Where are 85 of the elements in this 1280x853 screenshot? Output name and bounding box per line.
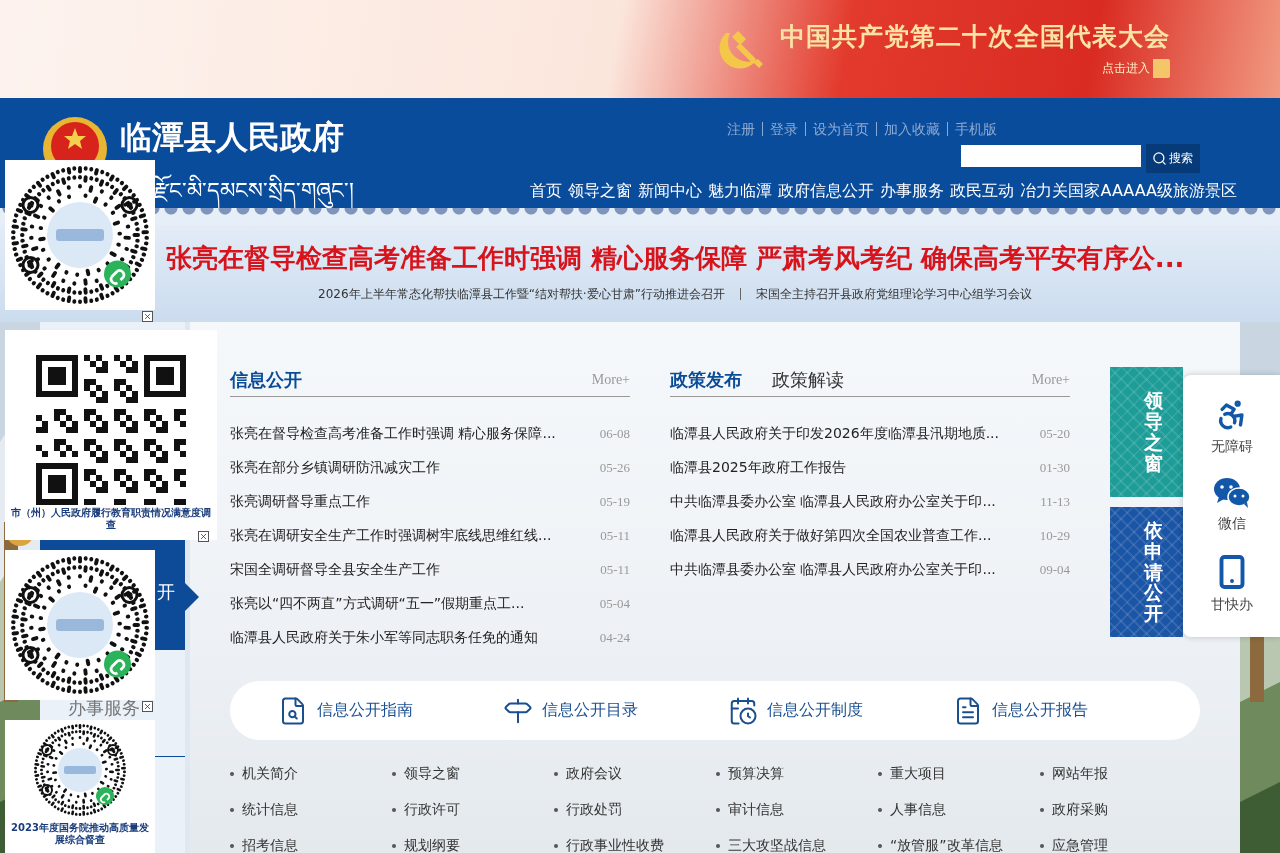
news-link[interactable]: 宋国全主持召开县政府党组理论学习中心组学习会议 <box>739 288 1047 300</box>
search-field[interactable] <box>961 145 1141 167</box>
category-link[interactable]: 行政许可 <box>392 792 554 828</box>
sidebar-tab[interactable]: 办事服务 <box>67 696 140 720</box>
nav-link[interactable]: 办事服务 <box>880 181 945 202</box>
article-date: 01-30 <box>1039 460 1070 476</box>
top-link[interactable]: 设为首页 <box>805 122 876 136</box>
category-link[interactable]: 规划纲要 <box>392 828 554 853</box>
article-link[interactable]: 临潭县2025年政府工作报告 <box>670 459 846 477</box>
category-link[interactable]: 政府会议 <box>554 756 716 792</box>
article-date: 05-20 <box>1039 426 1070 442</box>
category-link[interactable]: 网站年报 <box>1040 756 1202 792</box>
article-link[interactable]: 临潭县人民政府关于朱小军等同志职务任免的通知 <box>230 629 538 647</box>
article-link[interactable]: 张亮调研督导重点工作 <box>230 493 370 511</box>
article-date: 05-19 <box>599 494 630 510</box>
quick-link[interactable]: 信息公开目录 <box>503 695 728 726</box>
site-title: 临潭县人民政府 <box>120 117 345 158</box>
category-link[interactable]: 行政处罚 <box>554 792 716 828</box>
nav-link[interactable]: 新闻中心 <box>638 181 703 202</box>
article-link[interactable]: 临潭县人民政府关于印发2026年度临潭县汛期地质... <box>670 425 999 443</box>
article-date: 06-08 <box>599 426 630 442</box>
toolbar-item[interactable]: 微信 <box>1212 477 1251 533</box>
close-icon[interactable] <box>198 531 209 542</box>
article-date: 05-04 <box>599 596 630 612</box>
nav-link[interactable]: 政府信息公开 <box>778 181 875 202</box>
article-link[interactable]: 宋国全调研督导全县安全生产工作 <box>230 561 440 579</box>
article-link[interactable]: 张亮以“四不两直”方式调研“五一”假期重点工... <box>230 595 525 613</box>
nav-link[interactable]: 政民互动 <box>950 181 1015 202</box>
article-date: 10-29 <box>1039 528 1070 544</box>
feature-banner[interactable]: 依申请公开 <box>1110 507 1183 637</box>
nav-link[interactable]: 冶力关国家AAAAA级旅游景区 <box>1020 181 1237 202</box>
article-date: 05-11 <box>600 562 630 578</box>
enter-button[interactable]: 点击进入 <box>1102 59 1170 78</box>
article-date: 09-04 <box>1039 562 1070 578</box>
article-link[interactable]: 张亮在督导检查高考准备工作时强调 精心服务保障... <box>230 425 556 443</box>
category-link[interactable]: 招考信息 <box>230 828 392 853</box>
calendar-clock-icon <box>728 695 758 726</box>
sidebar-tab[interactable]: 开 <box>157 580 175 604</box>
article-link[interactable]: 临潭县人民政府关于做好第四次全国农业普查工作... <box>670 527 992 545</box>
close-icon[interactable] <box>142 701 153 712</box>
category-link[interactable]: 机关简介 <box>230 756 392 792</box>
toolbar-item[interactable]: 无障碍 <box>1210 397 1253 456</box>
article-date: 11-13 <box>1040 494 1070 510</box>
category-link[interactable]: 统计信息 <box>230 792 392 828</box>
section-tab[interactable]: 政策发布 <box>670 367 742 392</box>
category-link[interactable]: 政府采购 <box>1040 792 1202 828</box>
category-link[interactable]: 应急管理 <box>1040 828 1202 853</box>
category-link[interactable]: 重大项目 <box>878 756 1040 792</box>
article-date: 05-11 <box>600 528 630 544</box>
headline-link[interactable]: 张亮在督导检查高考准备工作时强调 精心服务保障 严肃考风考纪 确保高考平安有序公... <box>165 241 1185 276</box>
quick-link[interactable]: 信息公开指南 <box>278 695 503 726</box>
category-link[interactable]: 行政事业性收费 <box>554 828 716 853</box>
category-link[interactable]: 审计信息 <box>716 792 878 828</box>
top-link[interactable]: 登录 <box>762 122 805 136</box>
top-link[interactable]: 加入收藏 <box>876 122 947 136</box>
search-button[interactable]: 搜索 <box>1146 144 1200 173</box>
category-link[interactable]: “放管服”改革信息 <box>878 828 1040 853</box>
chat-bubbles-icon <box>1212 477 1251 509</box>
category-link[interactable]: 领导之窗 <box>392 756 554 792</box>
qr-caption: 市（州）人民政府履行教育职责情况满意度调查 <box>10 507 212 531</box>
nav-link[interactable]: 首页 <box>530 181 563 202</box>
search-icon <box>1152 151 1167 166</box>
quick-link[interactable]: 信息公开报告 <box>953 695 1178 726</box>
nav-link[interactable]: 魅力临潭 <box>708 181 773 202</box>
section-tab[interactable]: 政策解读 <box>772 367 844 392</box>
quick-link[interactable]: 信息公开制度 <box>728 695 953 726</box>
section-tab[interactable]: 信息公开 <box>230 367 302 392</box>
toolbar-item[interactable]: 甘快办 <box>1210 554 1253 615</box>
article-date: 05-26 <box>599 460 630 476</box>
article-link[interactable]: 中共临潭县委办公室 临潭县人民政府办公室关于印... <box>670 561 996 579</box>
article-link[interactable]: 张亮在调研安全生产工作时强调树牢底线思维红线... <box>230 527 552 545</box>
article-link[interactable]: 张亮在部分乡镇调研防汛减灾工作 <box>230 459 440 477</box>
category-link[interactable]: 人事信息 <box>878 792 1040 828</box>
top-link[interactable]: 手机版 <box>947 122 1004 136</box>
category-link[interactable]: 三大攻坚战信息 <box>716 828 878 853</box>
qr-caption: 2023年度国务院推动高质量发展综合督查 <box>10 822 150 846</box>
article-link[interactable]: 中共临潭县委办公室 临潭县人民政府办公室关于印... <box>670 493 996 511</box>
top-link[interactable]: 注册 <box>720 122 762 136</box>
article-date: 04-24 <box>599 630 630 646</box>
nav-link[interactable]: 领导之窗 <box>568 181 633 202</box>
site-subtitle: རྫོང་མི་དམངས་སྲིད་གཞུང་། <box>120 166 354 228</box>
banner-title: 中国共产党第二十次全国代表大会 <box>780 21 1170 53</box>
category-link[interactable]: 预算决算 <box>716 756 878 792</box>
close-icon[interactable] <box>142 311 153 322</box>
news-link[interactable]: 2026年上半年常态化帮扶临潭县工作暨“结对帮扶·爱心甘肃”行动推进会召开 <box>303 288 740 300</box>
